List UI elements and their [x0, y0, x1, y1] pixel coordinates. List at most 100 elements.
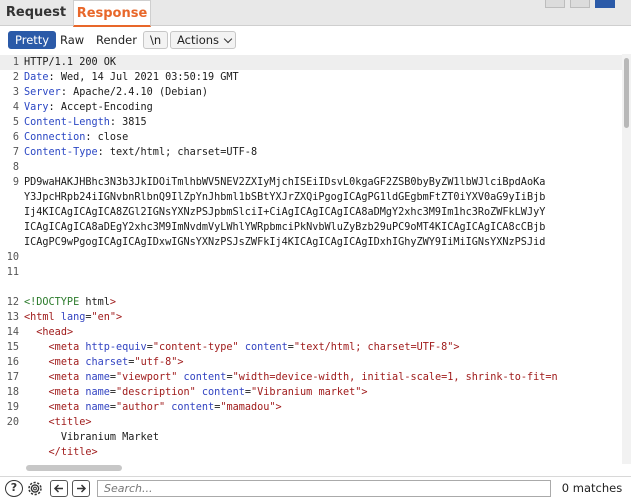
code-line: Ij4KICAgICAgICA8ZGl2IGNsYXNzPSJpbmSlciI+… — [0, 205, 622, 220]
line-text: Content-Length: 3815 — [24, 115, 147, 130]
match-count: 0 matches — [561, 481, 623, 495]
code-line: 20 <title> — [0, 415, 622, 430]
tab-response[interactable]: Response — [73, 0, 151, 27]
arrow-left-icon[interactable] — [50, 480, 68, 497]
layout-tabs-button[interactable] — [595, 0, 615, 8]
tag-close: > — [453, 342, 460, 353]
code-line: 7 Content-Type: text/html; charset=UTF-8 — [0, 145, 622, 160]
actions-dropdown[interactable]: Actions — [170, 31, 237, 49]
message-editor[interactable]: 1 HTTP/1.1 200 OK 2 Date: Wed, 14 Jul 2021 … — [0, 54, 622, 464]
line-number: 5 — [12, 117, 19, 128]
pretty-button[interactable]: Pretty — [8, 31, 57, 49]
line-number: 4 — [12, 102, 19, 113]
code-line: Vibranium Market — [0, 430, 622, 445]
body-base64-text: Y3JpcHRpb24iIGNvbnRlbnQ9IlZpYnJhbml1bSBt… — [24, 192, 546, 203]
code-line: ICAgICAgICA8aDEgY2xhc3M9ImNvdmVyLWhlYWRp… — [0, 220, 622, 235]
code-line: 8 — [0, 160, 622, 175]
tag-close: > — [275, 402, 282, 413]
body-base64-text: ICAgICAgICA8aDEgY2xhc3M9ImNvdmVyLWhlYWRp… — [24, 222, 546, 233]
tag-open: <meta — [48, 372, 80, 383]
line-text: Content-Type: text/html; charset=UTF-8 — [24, 145, 257, 160]
header-value: : Wed, 14 Jul 2021 03:50:19 GMT — [48, 72, 239, 83]
line-text: <head> — [24, 325, 73, 340]
tag-open: <meta — [48, 342, 80, 353]
header-value: : Accept-Encoding — [48, 102, 153, 113]
attr-value: "width=device-width, initial-scale=1, sh… — [232, 372, 558, 383]
code-line: 1 HTTP/1.1 200 OK — [0, 55, 622, 70]
line-text: Vary: Accept-Encoding — [24, 100, 153, 115]
line-text: Ij4KICAgICAgICA8ZGl2IGNsYXNzPSJpbmSlciI+… — [24, 205, 545, 220]
message-tab-bar: Request Response — [0, 0, 631, 27]
help-icon[interactable]: ? — [5, 480, 23, 497]
line-number: 8 — [12, 162, 19, 173]
body-base64-text: Ij4KICAgICAgICA8ZGl2IGNsYXNzPSJpbmSlciI+… — [24, 207, 546, 218]
arrow-right-icon[interactable] — [72, 480, 90, 497]
header-name: Connection — [24, 132, 86, 143]
header-name: Content-Length — [24, 117, 110, 128]
line-number: 3 — [12, 87, 19, 98]
attr-value: "mamadou" — [220, 402, 276, 413]
render-button[interactable]: Render — [89, 31, 144, 49]
tag-close: > — [116, 312, 123, 323]
line-text: </title> — [24, 445, 98, 460]
text-node: Vibranium Market — [60, 432, 159, 443]
line-number: 2 — [12, 72, 19, 83]
attr-value: "content-type" — [152, 342, 239, 353]
tab-request[interactable]: Request — [0, 0, 72, 26]
line-number: 7 — [12, 147, 19, 158]
code-line: 15 <meta http-equiv="content-type" conte… — [0, 340, 622, 355]
header-value: : close — [85, 132, 129, 143]
response-toolbar: Pretty Raw Render \n Actions — [0, 27, 631, 53]
line-number: 9 — [12, 177, 19, 188]
line-number: 11 — [6, 267, 19, 278]
line-text: Y3JpcHRpb24iIGNvbnRlbnQ9IlZpYnJhbml1bSBt… — [24, 190, 545, 205]
code-line: 10 — [0, 250, 622, 265]
attr-name: name — [79, 387, 110, 398]
tag-close: > — [361, 387, 368, 398]
layout-split-horizontal-button[interactable] — [545, 0, 565, 8]
code-line: 17 <meta name="viewport" content="width=… — [0, 370, 622, 385]
tag-close: > — [66, 327, 74, 338]
raw-button[interactable]: Raw — [53, 31, 91, 49]
attr-value: "text/html; charset=UTF-8" — [293, 342, 454, 353]
body-base64-text: ICAgPC9wPgogICAgICAgIDxwIGNsYXNzPSJsZWFk… — [24, 237, 546, 248]
code-line: ICAgPC9wPgogICAgICAgIDxwIGNsYXNzPSJsZWFk… — [0, 235, 622, 250]
tag-close: > — [91, 447, 98, 458]
code-line: 18 <meta name="description" content="Vib… — [0, 385, 622, 400]
attr-name: content — [177, 372, 227, 383]
attr-name: content — [165, 402, 215, 413]
line-text: <meta name="viewport" content="width=dev… — [24, 370, 558, 385]
code-line: 6 Connection: close — [0, 130, 622, 145]
line-number: 16 — [6, 357, 19, 368]
line-number: 18 — [6, 387, 19, 398]
doctype-name: html — [79, 297, 110, 308]
tag-open: <meta — [48, 387, 80, 398]
vertical-scrollbar-thumb[interactable] — [624, 58, 629, 128]
tag-open: <meta — [48, 402, 80, 413]
line-number: 20 — [6, 417, 19, 428]
attr-name: name — [79, 402, 110, 413]
horizontal-scrollbar-thumb[interactable] — [26, 465, 122, 471]
code-line: 11 — [0, 265, 622, 280]
attr-value: "author" — [116, 402, 166, 413]
attr-value: "description" — [116, 387, 196, 398]
line-text: Date: Wed, 14 Jul 2021 03:50:19 GMT — [24, 70, 239, 85]
gear-icon[interactable] — [26, 480, 44, 497]
show-newlines-button[interactable]: \n — [143, 31, 169, 49]
line-number: 13 — [6, 312, 19, 323]
code-line: 5 Content-Length: 3815 — [0, 115, 622, 130]
line-number: 1 — [12, 57, 19, 68]
line-number: 15 — [6, 342, 19, 353]
attr-value: "Vibranium market" — [250, 387, 362, 398]
body-base64-text: PD9waHAKJHBhc3N3b3JkIDOiTmlhbWV5NEV2ZXIy… — [24, 177, 546, 188]
layout-split-vertical-button[interactable] — [570, 0, 590, 8]
attr-name: charset — [79, 357, 129, 368]
attr-name: name — [79, 372, 110, 383]
search-input[interactable] — [97, 480, 551, 497]
header-value: : text/html; charset=UTF-8 — [97, 147, 258, 158]
